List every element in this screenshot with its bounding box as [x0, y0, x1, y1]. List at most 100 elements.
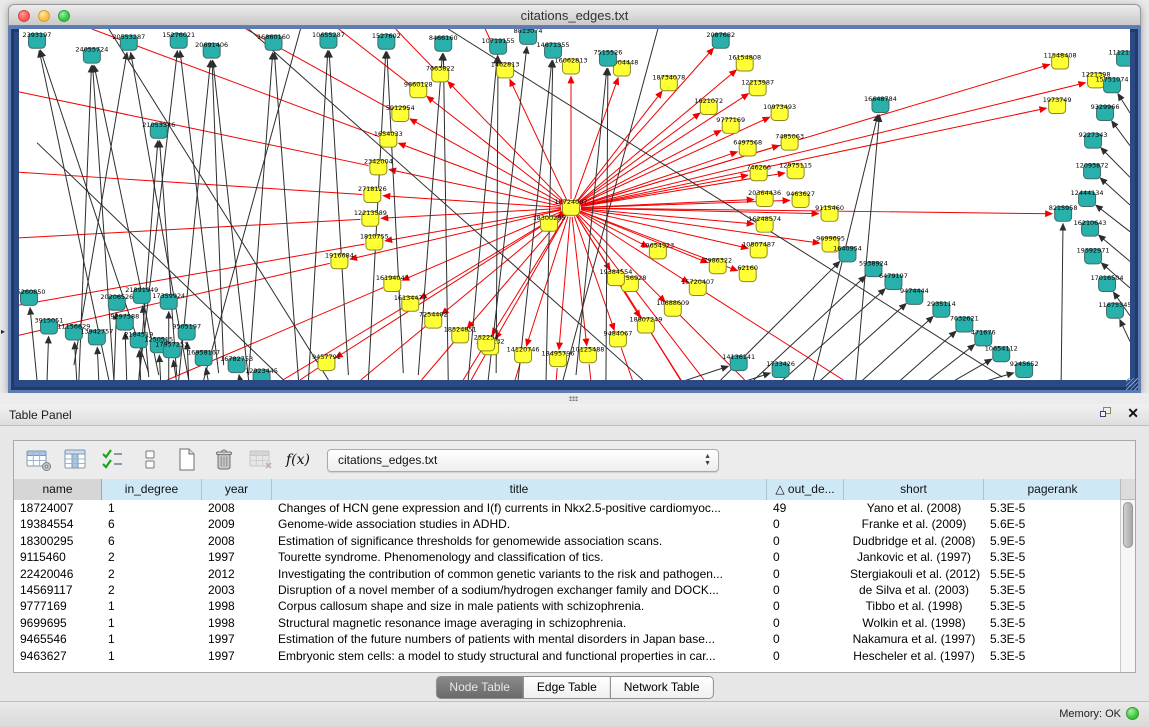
- graph-edge[interactable]: [1112, 121, 1130, 146]
- graph-node[interactable]: 14120746: [507, 345, 540, 362]
- cell-name[interactable]: 9699695: [14, 615, 102, 631]
- table-row[interactable]: 911546021997Tourette syndrome. Phenomeno…: [14, 549, 1122, 565]
- graph-node[interactable]: 9505197: [172, 323, 201, 340]
- column-header-out_degree[interactable]: △ out_de...: [767, 479, 844, 500]
- cell-title[interactable]: Estimation of the future numbers of pati…: [272, 631, 767, 647]
- table-row[interactable]: 969969511998Structural magnetic resonanc…: [14, 615, 1122, 631]
- window-titlebar[interactable]: citations_edges.txt: [8, 4, 1141, 26]
- graph-node[interactable]: 10807487: [742, 241, 775, 258]
- graph-node[interactable]: 9115460: [815, 204, 844, 221]
- cell-year[interactable]: 2008: [202, 533, 272, 549]
- graph-node[interactable]: 7663822: [426, 65, 455, 82]
- cell-year[interactable]: 2012: [202, 566, 272, 582]
- cell-name[interactable]: 9777169: [14, 598, 102, 614]
- graph-edge[interactable]: [556, 368, 557, 380]
- graph-edge[interactable]: [577, 215, 623, 276]
- graph-node[interactable]: 9227343: [1079, 131, 1108, 148]
- cell-year[interactable]: 1998: [202, 615, 272, 631]
- table-row[interactable]: 946554611997Estimation of the future num…: [14, 631, 1122, 647]
- cell-title[interactable]: Corpus callosum shape and size in male p…: [272, 598, 767, 614]
- graph-node[interactable]: 12213987: [741, 78, 774, 95]
- graph-edge[interactable]: [239, 375, 241, 380]
- cell-short[interactable]: Yano et al. (2008): [844, 500, 984, 516]
- function-builder-icon[interactable]: f(x): [281, 452, 315, 468]
- cell-year[interactable]: 1997: [202, 648, 272, 664]
- graph-edge[interactable]: [621, 348, 632, 380]
- cell-out_degree[interactable]: 0: [767, 615, 844, 631]
- cell-in_degree[interactable]: 2: [102, 582, 202, 598]
- graph-node[interactable]: 9660128: [404, 80, 433, 97]
- graph-edge[interactable]: [471, 355, 485, 380]
- graph-edge[interactable]: [581, 83, 1086, 206]
- table-row[interactable]: 1456911722003Disruption of a novel membe…: [14, 582, 1122, 598]
- cell-in_degree[interactable]: 1: [102, 631, 202, 647]
- graph-node[interactable]: 16958167: [187, 348, 220, 365]
- column-header-pagerank[interactable]: pagerank: [984, 479, 1122, 500]
- graph-node[interactable]: 1733426: [766, 360, 795, 377]
- graph-node[interactable]: 9245652: [1010, 360, 1039, 377]
- graph-node[interactable]: 1640954: [833, 245, 862, 262]
- cell-title[interactable]: Embryonic stem cells: a model to study s…: [272, 648, 767, 664]
- graph-node[interactable]: 8466160: [429, 34, 458, 51]
- cell-pagerank[interactable]: 5.3E-5: [984, 631, 1089, 647]
- graph-edge[interactable]: [1100, 178, 1130, 205]
- cell-title[interactable]: Investigating the contribution of common…: [272, 566, 767, 582]
- table-row[interactable]: 1830029562008Estimation of significance …: [14, 533, 1122, 549]
- graph-node[interactable]: 10125488: [572, 345, 605, 362]
- graph-edge[interactable]: [329, 51, 348, 375]
- cell-short[interactable]: Jankovic et al. (1997): [844, 549, 984, 565]
- graph-node[interactable]: 1810755: [360, 233, 389, 250]
- graph-node[interactable]: 17016504: [1091, 274, 1124, 291]
- graph-node[interactable]: 10688609: [656, 299, 689, 316]
- cell-pagerank[interactable]: 5.9E-5: [984, 533, 1089, 549]
- delete-trash-icon[interactable]: [207, 445, 240, 475]
- graph-edge[interactable]: [206, 368, 209, 380]
- graph-edge[interactable]: [1061, 224, 1063, 380]
- window-resize-grip[interactable]: [1126, 378, 1138, 390]
- memory-indicator[interactable]: Memory: OK: [1059, 707, 1139, 720]
- graph-node[interactable]: 9463627: [786, 190, 815, 207]
- graph-node[interactable]: 6497568: [733, 139, 762, 156]
- cell-year[interactable]: 2008: [202, 500, 272, 516]
- cell-short[interactable]: Wolkin et al. (1998): [844, 615, 984, 631]
- cell-short[interactable]: Nakamura et al. (1997): [844, 631, 984, 647]
- graph-edge[interactable]: [925, 345, 974, 380]
- graph-edge[interactable]: [859, 316, 933, 380]
- graph-node[interactable]: 9457791: [312, 353, 341, 370]
- panel-collapse-arrow[interactable]: ▸: [1, 327, 5, 336]
- graph-node[interactable]: 20206526: [100, 293, 133, 310]
- graph-node[interactable]: 15276021: [162, 31, 195, 48]
- graph-node[interactable]: 9297588: [110, 313, 139, 330]
- graph-node[interactable]: 7986322: [703, 256, 732, 273]
- cell-name[interactable]: 18724007: [14, 500, 102, 516]
- graph-node[interactable]: 12923445: [245, 367, 278, 380]
- cell-name[interactable]: 19384554: [14, 516, 102, 532]
- cell-short[interactable]: Franke et al. (2009): [844, 516, 984, 532]
- cell-in_degree[interactable]: 6: [102, 533, 202, 549]
- graph-edge[interactable]: [19, 219, 360, 238]
- graph-node[interactable]: 20364436: [748, 189, 781, 206]
- graph-edge[interactable]: [574, 78, 618, 200]
- graph-node[interactable]: 2342004: [364, 157, 393, 174]
- close-panel-icon[interactable]: ✕: [1127, 407, 1139, 419]
- cell-name[interactable]: 9463627: [14, 648, 102, 664]
- graph-node[interactable]: 19592971: [1077, 246, 1110, 263]
- cell-in_degree[interactable]: 1: [102, 648, 202, 664]
- tab-edge-table[interactable]: Edge Table: [523, 676, 611, 699]
- table-row[interactable]: 2242004622012Investigating the contribut…: [14, 566, 1122, 582]
- graph-edge[interactable]: [383, 196, 561, 208]
- cell-year[interactable]: 1997: [202, 631, 272, 647]
- graph-edge[interactable]: [572, 217, 587, 346]
- graph-node[interactable]: 1621072: [694, 97, 723, 114]
- graph-edge[interactable]: [463, 351, 481, 380]
- graph-node[interactable]: 9329966: [1091, 103, 1120, 120]
- cell-out_degree[interactable]: 0: [767, 549, 844, 565]
- graph-node[interactable]: 1973749: [1043, 96, 1072, 113]
- graph-node[interactable]: 19654923: [641, 242, 674, 259]
- cell-name[interactable]: 9465546: [14, 631, 102, 647]
- graph-edge[interactable]: [308, 51, 327, 380]
- panel-splitter[interactable]: [0, 393, 1149, 404]
- graph-node[interactable]: 25260850: [19, 288, 45, 305]
- graph-edge[interactable]: [422, 342, 454, 380]
- cell-pagerank[interactable]: 5.3E-5: [984, 500, 1089, 516]
